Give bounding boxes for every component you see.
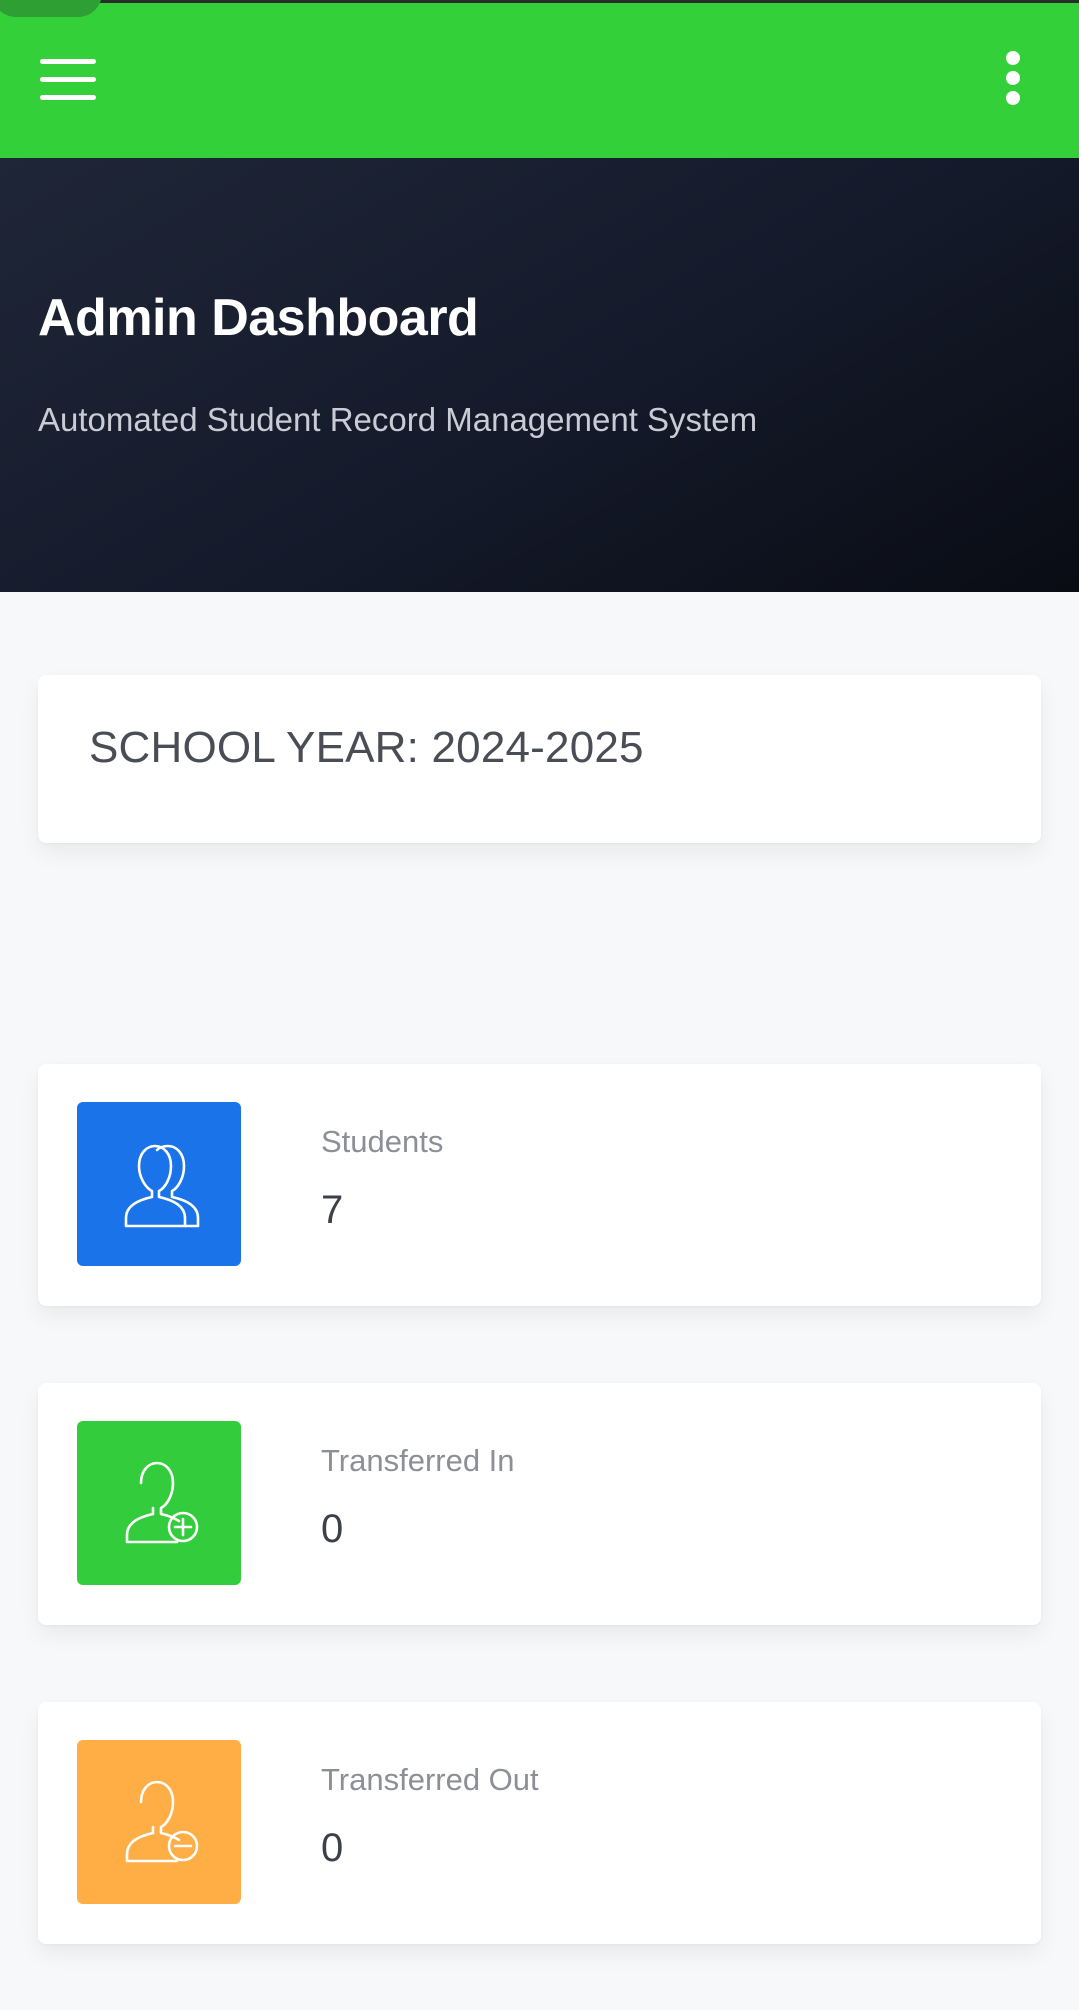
school-year-card: SCHOOL YEAR: 2024-2025: [38, 675, 1041, 843]
stat-value: 0: [321, 1507, 344, 1551]
status-corner-decoration: [0, 0, 102, 17]
stat-label: Students: [321, 1124, 444, 1159]
stat-card-students[interactable]: Students 7: [38, 1064, 1041, 1306]
stat-label: Transferred In: [321, 1443, 515, 1478]
hamburger-menu-icon[interactable]: [40, 55, 96, 103]
stat-value: 7: [321, 1188, 344, 1232]
stat-card-transferred-in[interactable]: Transferred In 0: [38, 1383, 1041, 1625]
user-minus-icon: [77, 1740, 241, 1904]
page-subtitle: Automated Student Record Management Syst…: [38, 401, 758, 438]
more-vertical-icon[interactable]: [998, 49, 1028, 109]
user-plus-icon: [77, 1421, 241, 1585]
top-app-bar: [0, 0, 1079, 158]
dashboard-header: Admin Dashboard Automated Student Record…: [0, 158, 1079, 592]
page-title: Admin Dashboard: [38, 289, 479, 347]
stat-label: Transferred Out: [321, 1762, 539, 1797]
stat-card-transferred-out[interactable]: Transferred Out 0: [38, 1702, 1041, 1944]
users-icon: [77, 1102, 241, 1266]
stat-value: 0: [321, 1826, 344, 1870]
school-year-label: SCHOOL YEAR: 2024-2025: [89, 723, 644, 772]
